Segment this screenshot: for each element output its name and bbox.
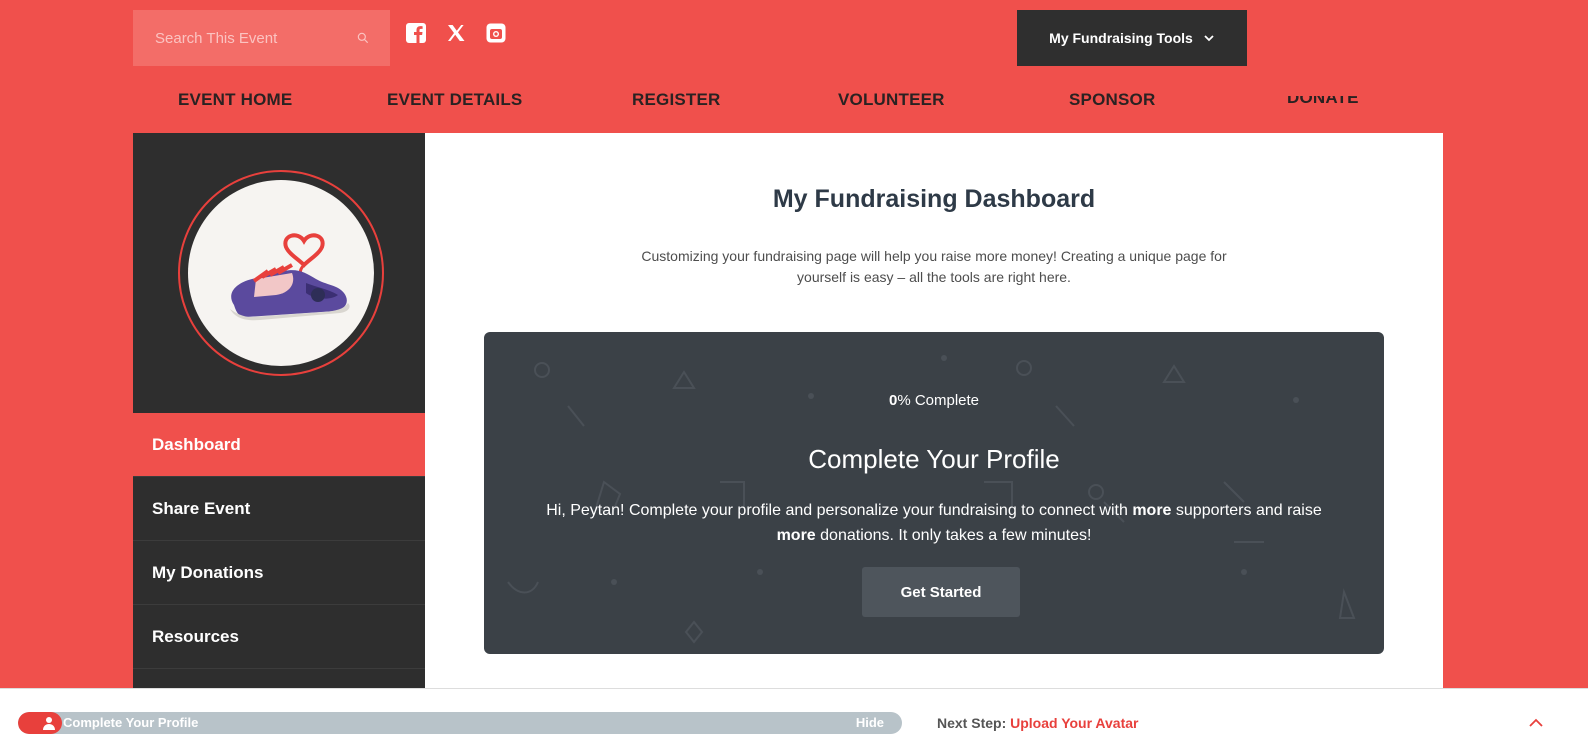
sneaker-heart-icon: [230, 233, 350, 321]
progress-label: Complete Your Profile: [63, 715, 199, 730]
card-text-3: donations. It only takes a few minutes!: [815, 527, 1092, 544]
page-title: My Fundraising Dashboard: [772, 185, 1096, 213]
profile-percent: 0% Complete: [484, 392, 1384, 409]
percent-suffix: % Complete: [897, 392, 980, 409]
main-content: My Fundraising Dashboard Customizing you…: [425, 133, 1443, 688]
page-subtitle: Customizing your fundraising page will h…: [641, 248, 1227, 285]
sidebar: Dashboard Share Event My Donations Resou…: [133, 133, 425, 688]
hide-button[interactable]: Hide: [856, 715, 884, 730]
nav-event-details[interactable]: EVENT DETAILS: [387, 90, 522, 110]
next-step-link[interactable]: Upload Your Avatar: [1010, 715, 1138, 731]
nav-event-home[interactable]: EVENT HOME: [178, 90, 292, 110]
next-step: Next Step: Upload Your Avatar: [937, 715, 1138, 731]
sidebar-item-resources[interactable]: Resources: [133, 605, 425, 669]
facebook-icon[interactable]: [405, 22, 427, 44]
card-description: Hi, Peytan! Complete your profile and pe…: [534, 498, 1334, 548]
instagram-icon[interactable]: [485, 22, 507, 44]
profile-progress-card: 0% Complete Complete Your Profile Hi, Pe…: [484, 332, 1384, 654]
search-input[interactable]: [153, 28, 356, 48]
get-started-button[interactable]: Get Started: [862, 567, 1020, 617]
nav-volunteer[interactable]: VOLUNTEER: [838, 90, 945, 110]
tools-label: My Fundraising Tools: [1049, 30, 1193, 46]
sidebar-item-share-event[interactable]: Share Event: [133, 477, 425, 541]
user-icon: [43, 717, 55, 730]
chevron-down-icon: [1204, 35, 1214, 42]
chevron-up-icon[interactable]: [1528, 715, 1544, 729]
sidebar-item-label: My Donations: [152, 562, 264, 582]
nav-donate[interactable]: DONATE: [1287, 96, 1359, 104]
my-fundraising-tools-dropdown[interactable]: My Fundraising Tools: [1017, 10, 1247, 66]
card-text-bold-2: more: [776, 527, 816, 544]
bottom-progress-bar: Complete Your Profile Hide Next Step: Up…: [0, 688, 1588, 746]
sidebar-item-label: Share Event: [152, 498, 251, 518]
card-title: Complete Your Profile: [808, 444, 1060, 474]
card-text-bold-1: more: [1132, 502, 1172, 519]
sidebar-item-dashboard[interactable]: Dashboard: [133, 413, 425, 477]
sidebar-item-label: Dashboard: [152, 434, 241, 454]
next-step-label: Next Step:: [937, 715, 1007, 731]
nav-register[interactable]: REGISTER: [632, 90, 721, 110]
search-box[interactable]: [133, 10, 390, 66]
profile-progress-pill[interactable]: Complete Your Profile Hide: [18, 712, 902, 734]
social-links: [405, 22, 507, 44]
x-icon[interactable]: [445, 22, 467, 44]
avatar-frame: [178, 170, 384, 376]
avatar[interactable]: [188, 180, 374, 366]
nav-sponsor[interactable]: SPONSOR: [1069, 90, 1155, 110]
sidebar-item-my-donations[interactable]: My Donations: [133, 541, 425, 605]
search-icon[interactable]: [356, 27, 370, 49]
card-text-1: Hi, Peytan! Complete your profile and pe…: [546, 502, 1133, 519]
nav-donate-label: DONATE: [1287, 96, 1359, 104]
event-nav: EVENT HOME EVENT DETAILS REGISTER VOLUNT…: [133, 72, 1443, 132]
sidebar-item-label: Resources: [152, 626, 239, 646]
card-text-2: supporters and raise: [1171, 502, 1322, 519]
